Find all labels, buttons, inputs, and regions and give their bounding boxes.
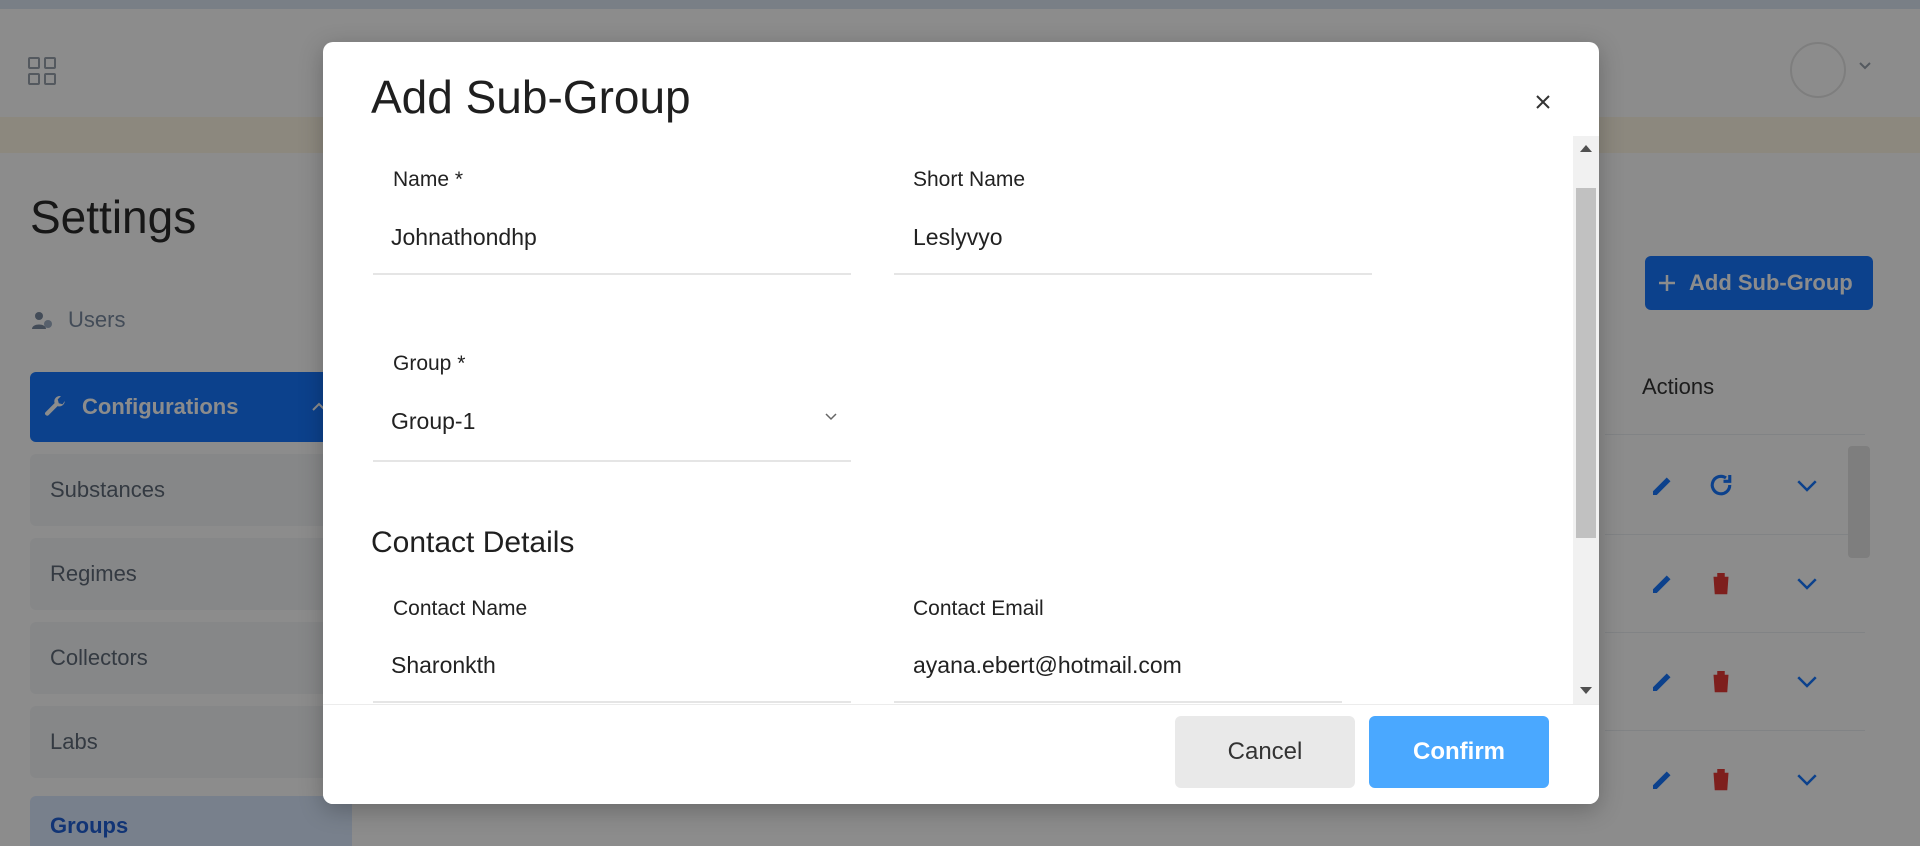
group-label: Group * [393, 352, 466, 375]
group-underline [373, 460, 851, 462]
contact-name-label: Contact Name [393, 597, 528, 620]
contact-email-underline [894, 701, 1342, 703]
contact-name-field[interactable]: Sharonkth [391, 652, 496, 679]
contact-email-label: Contact Email [913, 597, 1044, 620]
confirm-button[interactable]: Confirm [1369, 716, 1549, 788]
short-name-label: Short Name [913, 168, 1026, 191]
scroll-up-arrow[interactable] [1580, 145, 1592, 152]
name-label: Name * [393, 168, 464, 191]
contact-name-underline [373, 701, 851, 703]
contact-email-field[interactable]: ayana.ebert@hotmail.com [913, 652, 1182, 679]
group-select[interactable]: Group-1 [391, 408, 475, 435]
dialog-scrollbar-thumb[interactable] [1576, 188, 1596, 538]
cancel-button[interactable]: Cancel [1175, 716, 1355, 788]
chevron-down-icon[interactable] [823, 408, 839, 424]
short-name-field[interactable]: Leslyvyo [913, 224, 1002, 251]
name-field[interactable]: Johnathondhp [391, 224, 537, 251]
short-name-underline [894, 273, 1372, 275]
contact-details-heading: Contact Details [371, 526, 575, 559]
name-underline [373, 273, 851, 275]
close-button[interactable] [1523, 82, 1563, 122]
close-icon [1536, 95, 1550, 109]
scroll-down-arrow[interactable] [1580, 687, 1592, 694]
dialog-title: Add Sub-Group [371, 71, 691, 123]
add-sub-group-dialog: Add Sub-Group Name * Johnathondhp Short … [323, 42, 1599, 804]
